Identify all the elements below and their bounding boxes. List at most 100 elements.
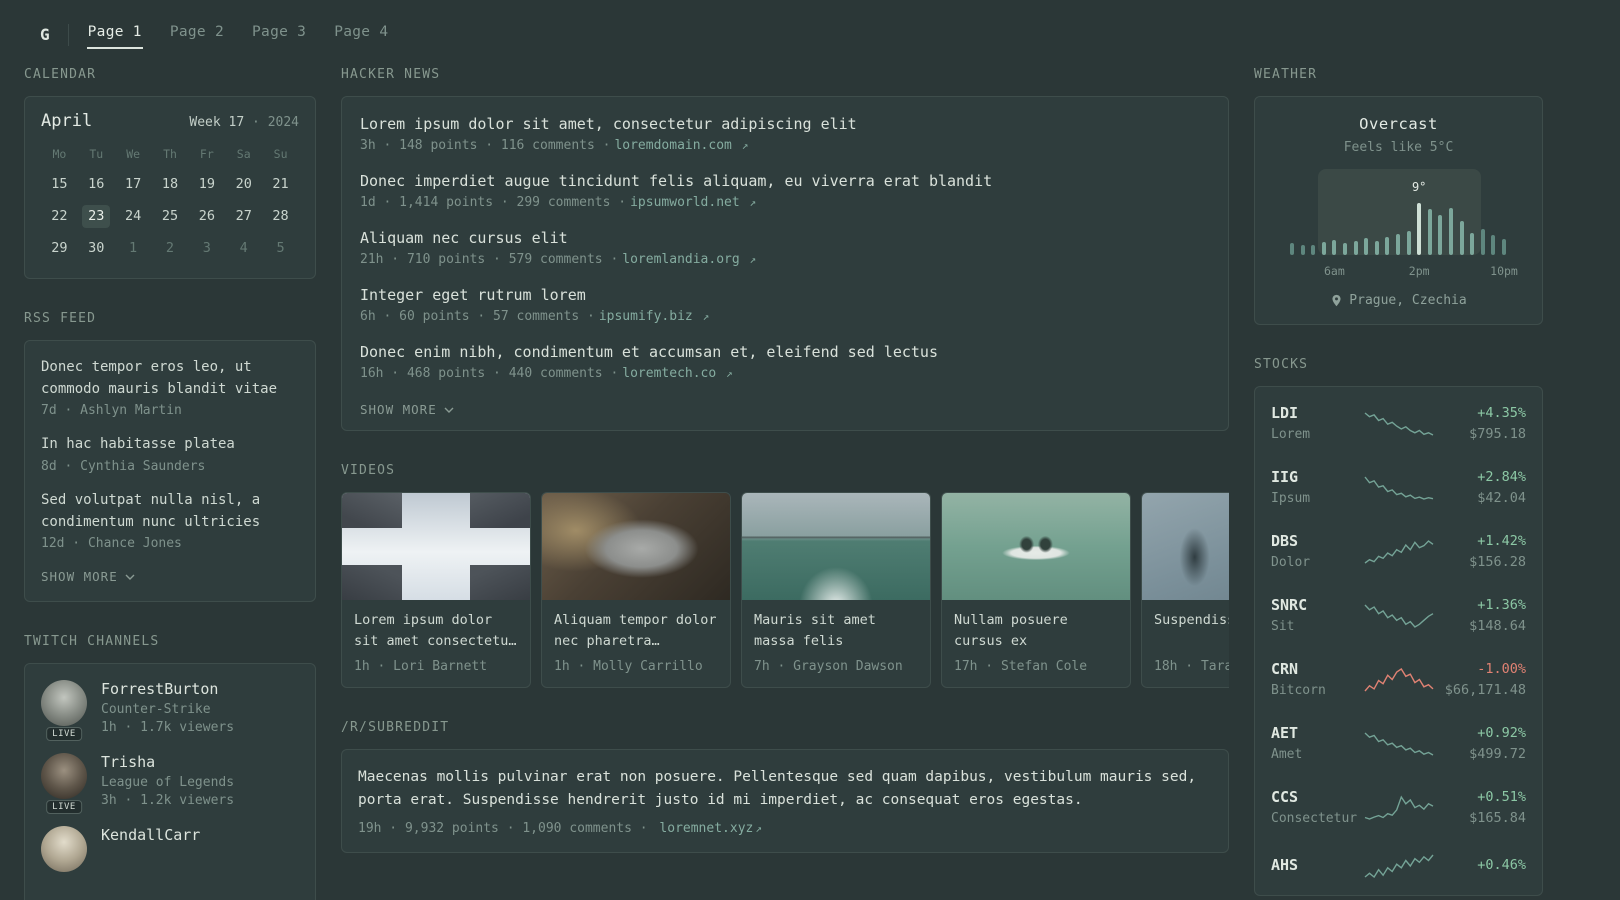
separator-dot: · (252, 115, 260, 130)
hn-item: Lorem ipsum dolor sit amet, consectetur … (360, 115, 1210, 153)
rss-item-title[interactable]: Donec tempor eros leo, ut commodo mauris… (41, 357, 299, 400)
calendar-day: 27 (235, 208, 252, 224)
weather-condition: Overcast (1359, 115, 1438, 133)
stock-row[interactable]: CRN Bitcorn -1.00% $66,171.48 (1271, 647, 1526, 711)
stock-row[interactable]: AHS +0.46% (1271, 839, 1526, 891)
rss-item-meta: 7d · Ashlyn Martin (41, 403, 182, 419)
calendar-day: 1 (129, 240, 138, 256)
location-pin-icon (1332, 294, 1341, 307)
hn-item-title[interactable]: Lorem ipsum dolor sit amet, consectetur … (360, 115, 1210, 133)
video-card[interactable]: Mauris sit amet massa felis 7h · Grayson … (741, 492, 931, 688)
calendar-day: 17 (124, 176, 142, 192)
hn-item: Donec imperdiet augue tincidunt felis al… (360, 172, 1210, 210)
hn-item-domain-link[interactable]: ipsumify.biz ↗ (599, 309, 709, 324)
hn-item-meta: 16h · 468 points · 440 comments · loremte… (360, 366, 1210, 381)
weather-bar (1343, 243, 1347, 255)
video-card[interactable]: Aliquam tempor dolor nec pharetra… 1h · M… (541, 492, 731, 688)
stock-values: +0.92% $499.72 (1434, 725, 1526, 762)
weather-bar (1374, 241, 1379, 255)
twitch-channel-game[interactable]: Counter-Strike (101, 702, 234, 717)
stock-ticker: CRN (1271, 660, 1299, 678)
hn-item-domain-link[interactable]: loremlandia.org ↗ (622, 252, 756, 267)
stock-row[interactable]: AET Amet +0.92% $499.72 (1271, 711, 1526, 775)
twitch-channel-name[interactable]: KendallCarr (101, 826, 200, 844)
weather-time-label: 2pm (1408, 264, 1430, 278)
hn-item-title[interactable]: Integer eget rutrum lorem (360, 286, 1210, 304)
weather-location-row: Prague, Czechia (1271, 293, 1526, 308)
stock-price: $42.04 (1477, 489, 1526, 506)
calendar-day: 19 (198, 176, 215, 192)
tab-page-1[interactable]: Page 1 (86, 20, 143, 49)
stock-ticker: CCS (1271, 788, 1299, 806)
rss-item-title[interactable]: In hac habitasse platea (41, 434, 299, 456)
rss-item-title[interactable]: Sed volutpat nulla nisl, a condimentum n… (41, 490, 299, 533)
stock-sparkline (1363, 666, 1434, 692)
hn-item-domain-link[interactable]: ipsumworld.net ↗ (630, 195, 756, 210)
hn-item-meta-text: 1d · 1,414 points · 299 comments · (360, 195, 627, 210)
video-title[interactable]: Suspendisse diam (1154, 610, 1229, 652)
twitch-channel-name[interactable]: ForrestBurton (101, 680, 234, 698)
weather-chart: 9° (1290, 169, 1507, 255)
twitch-channel-game[interactable]: League of Legends (101, 775, 234, 790)
calendar-week: Week 17 (189, 115, 245, 130)
reddit-post-domain-link[interactable]: loremnet.xyz ↗ (659, 821, 762, 836)
video-title[interactable]: Aliquam tempor dolor nec pharetra… (554, 610, 718, 652)
hn-item-title[interactable]: Donec imperdiet augue tincidunt felis al… (360, 172, 1210, 190)
calendar-section: CALENDAR April Week 17 · 2024 Mo Tu We Th Fr… (24, 67, 316, 279)
weather-bar (1491, 235, 1496, 255)
tab-page-4[interactable]: Page 4 (333, 20, 389, 49)
stock-row[interactable]: LDI Lorem +4.35% $795.18 (1271, 391, 1526, 455)
hn-item-meta: 6h · 60 points · 57 comments · ipsumify.b… (360, 309, 1210, 324)
video-card[interactable]: Suspendisse diam 18h · Tara (1141, 492, 1229, 688)
hn-item-title[interactable]: Aliquam nec cursus elit (360, 229, 1210, 247)
hacker-news-section: HACKER NEWS Lorem ipsum dolor sit amet, … (341, 67, 1229, 431)
avatar[interactable] (41, 826, 87, 873)
hn-show-more-button[interactable]: SHOW MORE (360, 402, 454, 417)
stock-sparkline (1363, 602, 1434, 628)
calendar-day-selected: 23 (82, 205, 111, 228)
stock-info: CRN Bitcorn (1271, 660, 1364, 698)
stock-ticker: AET (1271, 724, 1299, 742)
twitch-card: LIVE ForrestBurton Counter-Strike 1h · 1.7k… (24, 663, 316, 900)
tab-page-2[interactable]: Page 2 (169, 20, 225, 49)
calendar-weekday: Mo (52, 147, 67, 161)
external-link-icon: ↗ (702, 310, 710, 323)
avatar[interactable] (41, 753, 87, 800)
dashboard-page: G Page 1 Page 2 Page 3 Page 4 CALENDAR Apri… (0, 0, 1568, 900)
video-title[interactable]: Lorem ipsum dolor sit amet consectetu… (354, 610, 518, 652)
avatar[interactable] (41, 680, 87, 727)
hn-item-meta-text: 6h · 60 points · 57 comments · (360, 309, 595, 324)
video-card[interactable]: Nullam posuere cursus ex 17h · Stefan Col… (941, 492, 1131, 688)
rss-show-more-button[interactable]: SHOW MORE (41, 569, 135, 584)
hn-item-domain-link[interactable]: loremdomain.com ↗ (614, 138, 748, 153)
video-card[interactable]: Lorem ipsum dolor sit amet consectetu… 1h… (341, 492, 531, 688)
stock-info: CCS Consectetur (1271, 788, 1364, 826)
video-card-body: Aliquam tempor dolor nec pharetra… 1h · M… (542, 600, 730, 687)
calendar-day: 18 (161, 176, 179, 192)
app-logo[interactable]: G (40, 25, 50, 44)
right-column: WEATHER Overcast Feels like 5°C 9° 6am 2p… (1254, 67, 1543, 900)
stock-sparkline (1364, 730, 1434, 756)
stock-row[interactable]: CCS Consectetur +0.51% $165.84 (1271, 775, 1526, 839)
hn-item-domain-link[interactable]: loremtech.co ↗ (622, 366, 732, 381)
external-link-icon: ↗ (749, 253, 757, 266)
stock-row[interactable]: SNRC Sit +1.36% $148.64 (1271, 583, 1526, 647)
calendar-grid: 15 16 17 18 19 20 21 22 23 24 25 26 27 28 29 30 1 2 3 4 5 (41, 173, 299, 260)
video-thumbnail (1142, 493, 1229, 600)
weather-bar (1332, 240, 1337, 255)
tab-page-3[interactable]: Page 3 (251, 20, 307, 49)
chevron-down-icon (444, 407, 454, 413)
stock-row[interactable]: DBS Dolor +1.42% $156.28 (1271, 519, 1526, 583)
video-title[interactable]: Mauris sit amet massa felis (754, 610, 918, 652)
twitch-channel-name[interactable]: Trisha (101, 753, 234, 771)
hn-item-meta-text: 21h · 710 points · 579 comments · (360, 252, 619, 267)
hn-item-title[interactable]: Donec enim nibh, condimentum et accumsan… (360, 343, 1210, 361)
rss-item: Donec tempor eros leo, ut commodo mauris… (41, 357, 299, 418)
video-title[interactable]: Nullam posuere cursus ex (954, 610, 1118, 652)
weather-feels-like: Feels like 5°C (1343, 140, 1454, 155)
calendar-day: 2 (165, 240, 175, 256)
sparkline-chart (1363, 476, 1433, 500)
reddit-post-title[interactable]: Maecenas mollis pulvinar erat non posuer… (358, 766, 1212, 812)
stock-row[interactable]: IIG Ipsum +2.84% $42.04 (1271, 455, 1526, 519)
video-thumbnail (542, 493, 730, 600)
